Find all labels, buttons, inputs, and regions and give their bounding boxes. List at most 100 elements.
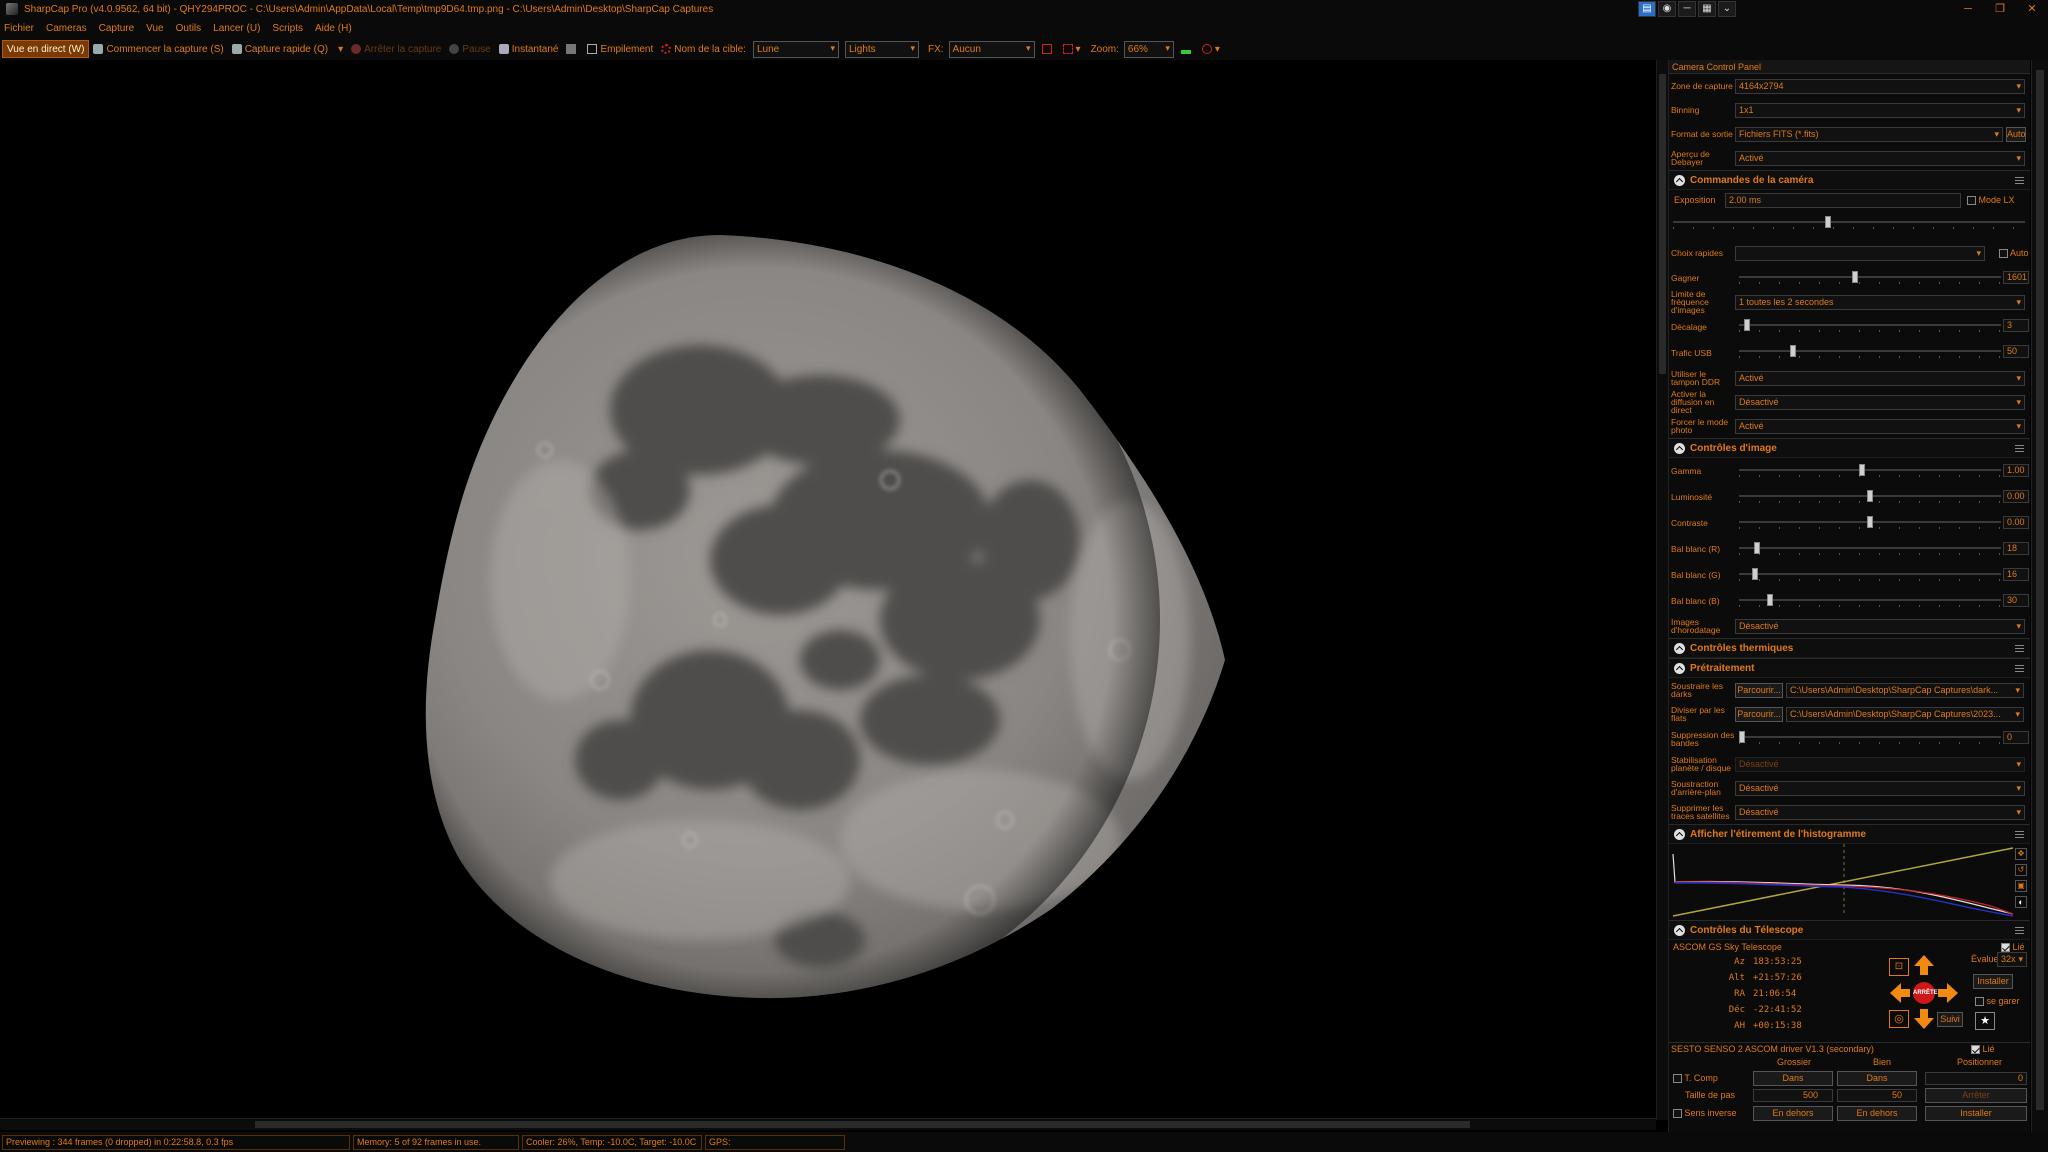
menu-tools[interactable]: Outils [176,23,202,34]
gain-slider[interactable] [1739,271,2001,285]
panel-scrollbar[interactable] [2031,60,2048,1132]
stacking-button[interactable]: Empilement [583,40,657,58]
reverse-checkbox[interactable]: Sens inverse [1673,1108,1737,1119]
thermal-controls-header[interactable]: Contrôles thermiques [1669,638,2030,658]
divide-flats-select[interactable]: C:\Users\Admin\Desktop\SharpCap Captures… [1786,706,2024,722]
collapse-icon[interactable] [1674,174,1685,186]
capture-area-select[interactable]: 4164x2794 [1735,78,2025,94]
fine-out-button[interactable]: En dehors [1837,1106,1917,1121]
arrow-down-icon[interactable] [1913,1008,1935,1030]
chevron-down-icon[interactable]: ▾ [1076,44,1081,55]
menu-capture[interactable]: Capture [99,23,135,34]
histogram-reset-icon[interactable]: ↺ [2015,864,2027,876]
focuser-linked-checkbox[interactable]: Lié [1971,1044,1995,1055]
minimize-button[interactable]: ─ [1952,0,1984,18]
banding-slider[interactable] [1739,731,2001,745]
gamma-slider[interactable] [1739,464,2001,478]
contrast-slider[interactable] [1739,516,2001,530]
stack-tool-button[interactable] [562,40,583,58]
fine-in-button[interactable]: Dans [1837,1071,1917,1086]
gain-value[interactable]: 1601 [2003,271,2029,284]
hamburger-icon[interactable] [2015,665,2024,672]
close-button[interactable]: ✕ [2016,0,2048,18]
preprocessing-header[interactable]: Prétraitement [1669,658,2030,678]
offset-slider[interactable] [1739,319,2001,333]
quick-picks-select[interactable] [1735,245,1985,261]
satellite-trails-select[interactable]: Désactivé [1735,804,2025,820]
usb-traffic-slider[interactable] [1739,345,2001,359]
tracking-button[interactable]: Suivi [1937,1012,1963,1027]
live-streaming-select[interactable]: Désactivé [1735,394,2025,410]
menu-help[interactable]: Aide (H) [315,23,352,34]
telescope-controls-header[interactable]: Contrôles du Télescope [1669,920,2030,940]
park-checkbox[interactable]: se garer [1975,996,2020,1007]
telescope-linked-checkbox[interactable]: Lié [2001,942,2025,953]
chevron-down-icon[interactable]: ⌄ [1718,1,1736,17]
restore-button[interactable]: ❐ [1984,0,2016,18]
reticle-button[interactable]: ▾ [1059,40,1085,58]
brightness-slider[interactable] [1739,490,2001,504]
wb-blue-value[interactable]: 30 [2003,594,2029,607]
wb-red-slider[interactable] [1739,542,2001,556]
output-format-select[interactable]: Fichiers FITS (*.fits) [1735,126,2003,142]
stop-capture-button[interactable]: Arrêter la capture [347,40,445,58]
offset-value[interactable]: 3 [2003,319,2029,332]
quick-capture-button[interactable]: Capture rapide (Q) ▾ [228,40,347,58]
coarse-in-button[interactable]: Dans [1753,1071,1833,1086]
frame-rate-limit-select[interactable]: 1 toutes les 2 secondes [1735,294,2025,310]
goto-target-icon[interactable]: ⊡ [1889,958,1909,976]
magnify-button[interactable]: ▾ [1198,40,1224,58]
histogram-area[interactable]: ✥ ↺ ▣ ◐ [1669,844,2030,920]
image-controls-header[interactable]: Contrôles d'image [1669,438,2030,458]
camera-icon[interactable]: ◉ [1658,1,1676,17]
stabilization-select[interactable]: Désactivé [1735,756,2025,772]
binning-select[interactable]: 1x1 [1735,102,2025,118]
timestamp-select[interactable]: Désactivé [1735,618,2025,634]
histogram-resize-icon[interactable]: ✥ [2015,848,2027,860]
exposure-input[interactable]: 2.00 ms [1725,193,1961,208]
histogram-auto-icon[interactable]: ◐ [2015,896,2027,908]
hamburger-icon[interactable] [2015,831,2024,838]
wb-blue-slider[interactable] [1739,594,2001,608]
telescope-setup-button[interactable]: Installer [1973,974,2013,989]
menu-view[interactable]: Vue [146,23,163,34]
histogram-header[interactable]: Afficher l'étirement de l'histogramme [1669,824,2030,844]
focuser-stop-button[interactable]: Arrêter [1925,1088,2027,1103]
subtract-darks-select[interactable]: C:\Users\Admin\Desktop\SharpCap Captures… [1786,682,2024,698]
snapshot-button[interactable]: Instantané [495,40,563,58]
wb-red-value[interactable]: 18 [2003,542,2029,555]
hamburger-icon[interactable] [2015,177,2024,184]
slew-rate-select[interactable]: 32x [1997,952,2027,967]
debayer-select[interactable]: Activé [1735,150,2025,166]
coarse-step-input[interactable]: 500 [1753,1089,1833,1102]
collapse-icon[interactable] [1674,662,1685,674]
usb-traffic-value[interactable]: 50 [2003,345,2029,358]
menu-scripts[interactable]: Scripts [272,23,303,34]
collapse-icon[interactable] [1674,828,1685,840]
zoom-select[interactable]: 66% [1123,40,1174,58]
minimize-tool-icon[interactable]: ─ [1678,1,1696,17]
ddr-buffer-select[interactable]: Activé [1735,370,2025,386]
histogram-button[interactable] [1177,40,1198,58]
lx-mode-checkbox[interactable]: Mode LX [1967,195,2015,206]
exposure-slider[interactable] [1673,216,2025,230]
fine-step-input[interactable]: 50 [1837,1089,1917,1102]
collapse-icon[interactable] [1674,924,1685,936]
quick-picks-auto-checkbox[interactable]: Auto [1999,248,2029,259]
menu-cameras[interactable]: Cameras [46,23,87,34]
menu-file[interactable]: Fichier [4,23,34,34]
banding-value[interactable]: 0 [2003,731,2029,744]
coarse-out-button[interactable]: En dehors [1753,1106,1833,1121]
live-view-button[interactable]: Vue en direct (W) [2,40,90,58]
subtract-darks-browse-button[interactable]: Parcourir... [1735,682,1783,698]
viewport-vertical-scrollbar[interactable] [1656,60,1668,1120]
collapse-icon[interactable] [1674,442,1685,454]
histogram-save-icon[interactable]: ▣ [2015,880,2027,892]
menu-launch[interactable]: Lancer (U) [213,23,260,34]
arrow-right-icon[interactable] [1937,982,1959,1004]
start-capture-button[interactable]: Commencer la capture (S) [89,40,227,58]
hamburger-icon[interactable] [2015,445,2024,452]
monitor-icon[interactable]: ▤ [1638,1,1656,17]
home-target-icon[interactable]: ◎ [1889,1010,1909,1028]
selection-rect-button[interactable] [1038,40,1059,58]
